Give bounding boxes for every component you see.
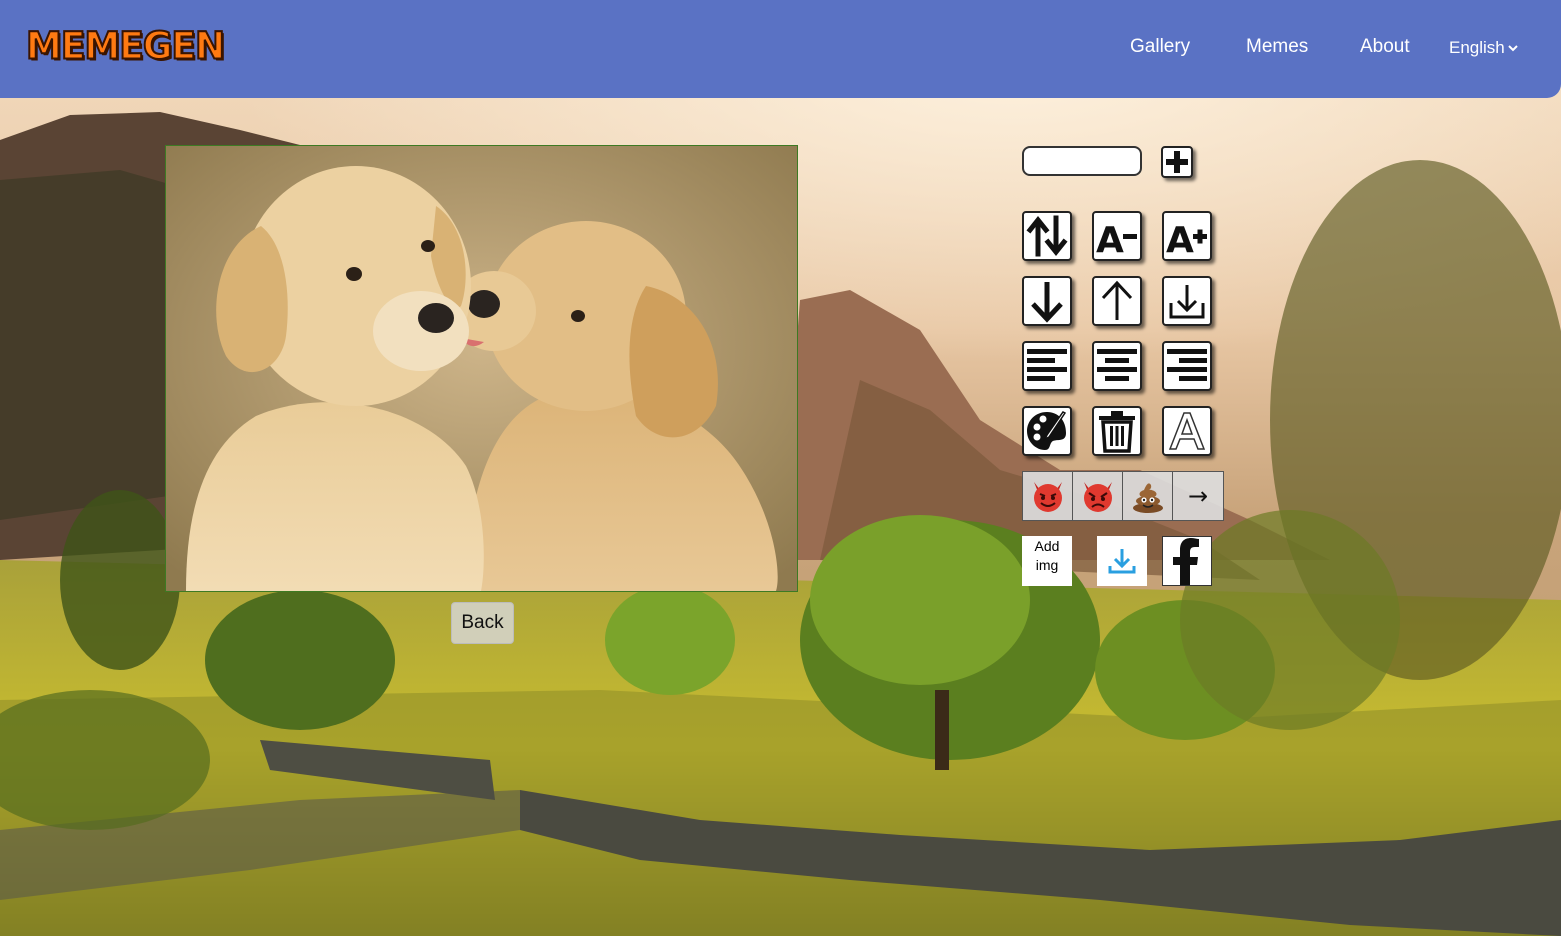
sticker-next-button[interactable]: →	[1173, 472, 1223, 520]
language-select[interactable]: English	[1449, 38, 1518, 58]
top-navbar: MEMEGEN Gallery Memes About English	[0, 0, 1561, 98]
chevron-down-icon	[1508, 45, 1518, 52]
arrow-up-icon	[1101, 280, 1133, 320]
add-image-button[interactable]: Add img	[1022, 536, 1072, 586]
facebook-icon	[1173, 538, 1199, 585]
arrows-up-down-icon	[1026, 215, 1068, 257]
move-up-button[interactable]	[1092, 276, 1142, 326]
facebook-share-button[interactable]	[1162, 536, 1212, 586]
font-decrease-button[interactable]: A	[1092, 211, 1142, 261]
color-picker-button[interactable]	[1022, 406, 1072, 456]
poop-icon	[1132, 483, 1163, 513]
memegen-logo[interactable]: MEMEGEN	[25, 24, 226, 69]
font-increase-button[interactable]: A	[1162, 211, 1212, 261]
download-button[interactable]	[1097, 536, 1147, 586]
back-button[interactable]: Back	[451, 602, 514, 644]
save-meme-button[interactable]	[1162, 276, 1212, 326]
add-line-button[interactable]	[1161, 146, 1193, 178]
sticker-poop[interactable]	[1123, 472, 1173, 520]
angry-devil-icon	[1083, 482, 1112, 512]
sticker-smiling-devil[interactable]	[1023, 472, 1073, 520]
puppies-image	[166, 146, 797, 591]
align-left-icon	[1027, 349, 1067, 381]
svg-text:A: A	[1166, 220, 1194, 258]
meme-canvas[interactable]	[165, 145, 798, 592]
align-right-button[interactable]	[1162, 341, 1212, 391]
arrow-right-icon: →	[1187, 482, 1209, 510]
arrow-down-icon	[1031, 282, 1063, 323]
nav-about-link[interactable]: About	[1360, 36, 1410, 58]
align-center-icon	[1097, 349, 1137, 381]
nav-gallery-link[interactable]: Gallery	[1130, 36, 1190, 58]
download-tray-icon	[1169, 285, 1205, 319]
download-icon	[1108, 549, 1136, 574]
align-right-icon	[1167, 349, 1207, 381]
nav-memes-link[interactable]: Memes	[1246, 36, 1308, 58]
sticker-angry-devil[interactable]	[1073, 472, 1123, 520]
trash-icon	[1099, 411, 1135, 453]
font-increase-icon: A	[1166, 220, 1207, 258]
svg-text:A: A	[1096, 220, 1124, 258]
align-center-button[interactable]	[1092, 341, 1142, 391]
plus-icon	[1166, 151, 1188, 173]
switch-line-button[interactable]	[1022, 211, 1072, 261]
palette-icon	[1027, 411, 1067, 450]
delete-line-button[interactable]	[1092, 406, 1142, 456]
align-left-button[interactable]	[1022, 341, 1072, 391]
outline-a-icon	[1168, 412, 1206, 450]
sticker-strip: →	[1022, 471, 1224, 521]
language-label: English	[1449, 38, 1505, 57]
move-down-button[interactable]	[1022, 276, 1072, 326]
font-decrease-icon: A	[1096, 220, 1137, 258]
stroke-toggle-button[interactable]	[1162, 406, 1212, 456]
smiling-devil-icon	[1033, 482, 1062, 512]
meme-text-input[interactable]	[1022, 146, 1142, 176]
